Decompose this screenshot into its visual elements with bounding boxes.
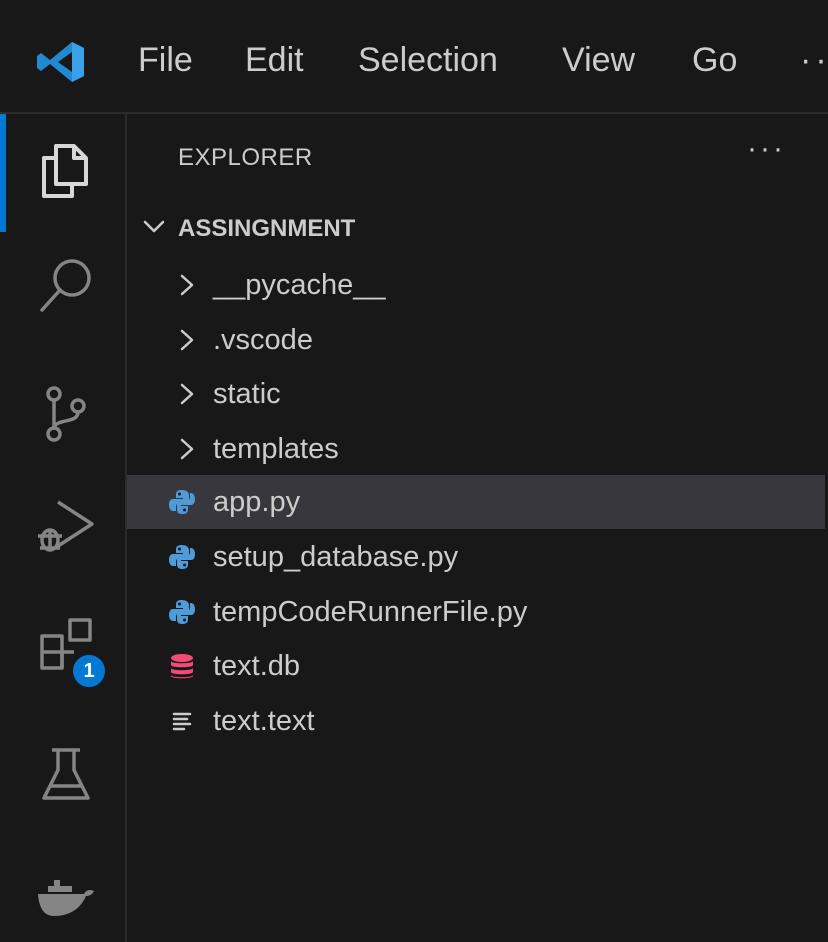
explorer-panel: EXPLORER ··· ASSINGNMENT __pycache__ .vs…: [127, 114, 828, 942]
run-debug-icon[interactable]: [34, 496, 98, 560]
tree-item-label: .vscode: [213, 324, 313, 356]
chevron-right-icon: [180, 383, 194, 405]
tree-item-label: text.text: [213, 705, 315, 737]
chevron-right-icon: [180, 438, 194, 460]
chevron-right-icon: [180, 329, 194, 351]
tree-file-setup-database-py[interactable]: setup_database.py: [127, 530, 825, 584]
tree-folder-vscode[interactable]: .vscode: [127, 313, 825, 367]
python-file-icon: [169, 490, 195, 514]
menu-more-button[interactable]: ··: [800, 36, 828, 84]
explorer-more-button[interactable]: ···: [747, 132, 786, 166]
tree-item-label: app.py: [213, 486, 301, 518]
tree-item-label: tempCodeRunnerFile.py: [213, 596, 528, 628]
menu-edit[interactable]: Edit: [245, 36, 304, 84]
tree-item-label: __pycache__: [213, 269, 386, 301]
active-indicator: [0, 114, 6, 232]
database-file-icon: [171, 654, 193, 679]
tree-item-label: templates: [213, 433, 339, 465]
text-file-icon: [172, 712, 192, 731]
workspace-folder-name: ASSINGNMENT: [178, 215, 356, 242]
chevron-down-icon: [143, 220, 165, 233]
testing-icon[interactable]: [34, 744, 98, 808]
docker-icon[interactable]: [34, 862, 98, 926]
explorer-icon[interactable]: [34, 138, 98, 202]
tree-folder-pycache[interactable]: __pycache__: [127, 258, 825, 312]
search-icon[interactable]: [34, 254, 98, 318]
tree-file-text-db[interactable]: text.db: [127, 639, 825, 693]
vscode-logo-icon[interactable]: [36, 40, 86, 84]
chevron-right-icon: [180, 274, 194, 296]
explorer-title: EXPLORER: [178, 144, 313, 171]
tree-item-label: text.db: [213, 650, 301, 682]
python-file-icon: [169, 600, 195, 624]
tree-file-text-text[interactable]: text.text: [127, 694, 825, 748]
menu-file[interactable]: File: [138, 36, 193, 84]
tree-item-label: setup_database.py: [213, 541, 459, 573]
title-bar: File Edit Selection View Go ··: [0, 0, 828, 114]
activity-bar: 1: [0, 114, 127, 942]
menu-selection[interactable]: Selection: [358, 36, 498, 84]
menu-view[interactable]: View: [562, 36, 635, 84]
extensions-badge: 1: [70, 652, 108, 690]
tree-file-tempcoderunnerfile-py[interactable]: tempCodeRunnerFile.py: [127, 585, 825, 639]
tree-file-app-py[interactable]: app.py: [127, 475, 825, 529]
tree-item-label: static: [213, 378, 281, 410]
menu-go[interactable]: Go: [692, 36, 737, 84]
tree-folder-templates[interactable]: templates: [127, 422, 825, 476]
source-control-icon[interactable]: [34, 382, 98, 446]
python-file-icon: [169, 545, 195, 569]
workspace-folder-header[interactable]: ASSINGNMENT: [127, 206, 828, 250]
tree-folder-static[interactable]: static: [127, 367, 825, 421]
